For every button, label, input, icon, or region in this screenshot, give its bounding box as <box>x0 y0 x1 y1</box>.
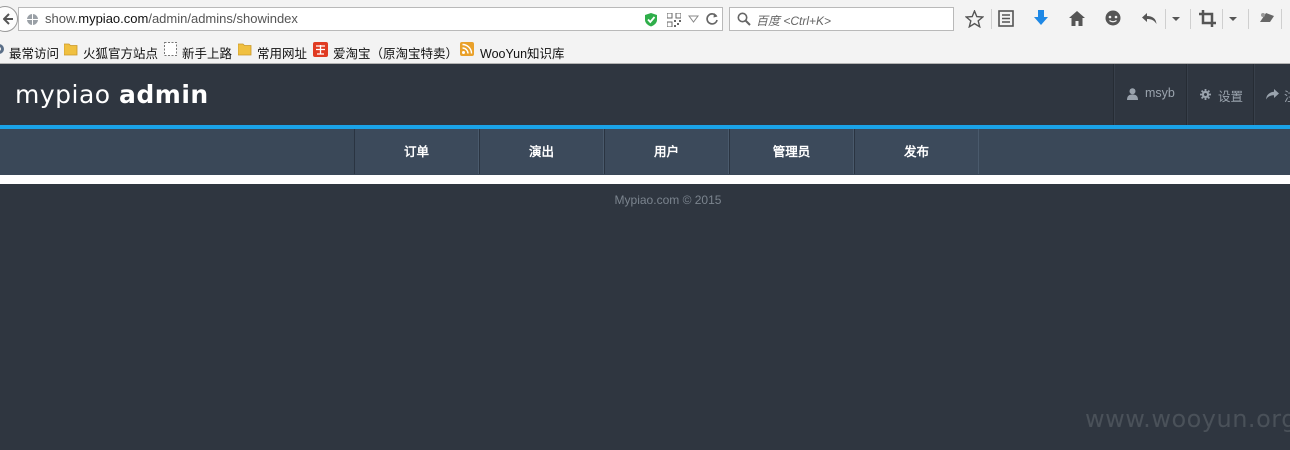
page-icon <box>164 42 177 56</box>
user-menu[interactable]: msyb <box>1113 64 1187 125</box>
home-icon[interactable] <box>1068 10 1086 27</box>
reading-list-icon[interactable] <box>998 10 1014 27</box>
taobao-icon <box>313 42 328 57</box>
url-bar[interactable]: show.mypiao.com/admin/admins/showindex <box>18 7 723 31</box>
bookmark-most-visited[interactable]: 最常访问 <box>9 43 59 62</box>
bookmark-getting-started[interactable]: 新手上路 <box>182 43 232 62</box>
nav-item-publish[interactable]: 发布 <box>854 129 979 174</box>
bookmark-wooyun[interactable]: WooYun知识库 <box>480 43 565 62</box>
globe-icon <box>27 14 38 25</box>
gear-icon <box>0 44 4 54</box>
shield-icon[interactable] <box>644 12 658 27</box>
nav-item-users[interactable]: 用户 <box>604 129 729 174</box>
folder-icon <box>238 43 252 56</box>
bookmark-ai-taobao[interactable]: 爱淘宝（原淘宝特卖） <box>333 43 458 62</box>
chevron-down-icon[interactable] <box>1228 10 1238 27</box>
logout-link[interactable]: 注 <box>1253 64 1290 125</box>
footer-copyright: Mypiao.com © 2015 <box>614 193 722 207</box>
search-bar[interactable]: 百度 <Ctrl+K> <box>729 7 954 31</box>
bookmark-common-sites[interactable]: 常用网址 <box>257 43 307 62</box>
extension-icon[interactable] <box>1258 10 1276 27</box>
back-button[interactable] <box>0 6 18 32</box>
qr-code-icon[interactable] <box>667 13 681 27</box>
dropdown-arrow-icon[interactable] <box>688 12 699 26</box>
reload-icon[interactable] <box>705 12 719 26</box>
screenshot-crop-icon[interactable] <box>1199 10 1217 27</box>
star-icon[interactable] <box>965 10 984 28</box>
site-logo[interactable]: mypiao admin <box>15 80 209 109</box>
logout-label: 注 <box>1284 86 1290 105</box>
user-name: msyb <box>1145 86 1175 100</box>
share-arrow-icon <box>1266 89 1279 100</box>
content-area <box>0 175 1290 184</box>
nav-item-shows[interactable]: 演出 <box>479 129 604 174</box>
rss-icon <box>460 42 474 56</box>
bookmark-firefox-site[interactable]: 火狐官方站点 <box>83 43 158 62</box>
settings-link[interactable]: 设置 <box>1186 64 1254 125</box>
site-header: mypiao admin msyb 设置 注 <box>0 64 1290 125</box>
chat-icon[interactable] <box>1104 10 1122 27</box>
gear-icon <box>1200 89 1211 100</box>
chevron-down-icon[interactable] <box>1171 10 1181 27</box>
bookmarks-bar: 最常访问 火狐官方站点 新手上路 常用网址 爱淘宝（原淘宝特卖） WooYun知… <box>0 38 1290 64</box>
watermark: www.wooyun.org <box>1085 405 1290 433</box>
user-icon <box>1127 88 1138 100</box>
search-icon <box>737 12 751 26</box>
search-placeholder: 百度 <Ctrl+K> <box>756 14 832 28</box>
folder-icon <box>64 43 78 56</box>
browser-toolbar: show.mypiao.com/admin/admins/showindex 百… <box>0 0 1290 38</box>
download-icon[interactable] <box>1033 10 1049 27</box>
url-text[interactable]: show.mypiao.com/admin/admins/showindex <box>45 11 298 26</box>
undo-icon[interactable] <box>1141 10 1159 27</box>
main-nav: 订单 演出 用户 管理员 发布 <box>0 129 1290 175</box>
settings-label: 设置 <box>1218 90 1244 104</box>
nav-item-orders[interactable]: 订单 <box>354 129 479 174</box>
arrow-left-icon <box>3 13 13 25</box>
nav-item-admins[interactable]: 管理员 <box>729 129 854 174</box>
